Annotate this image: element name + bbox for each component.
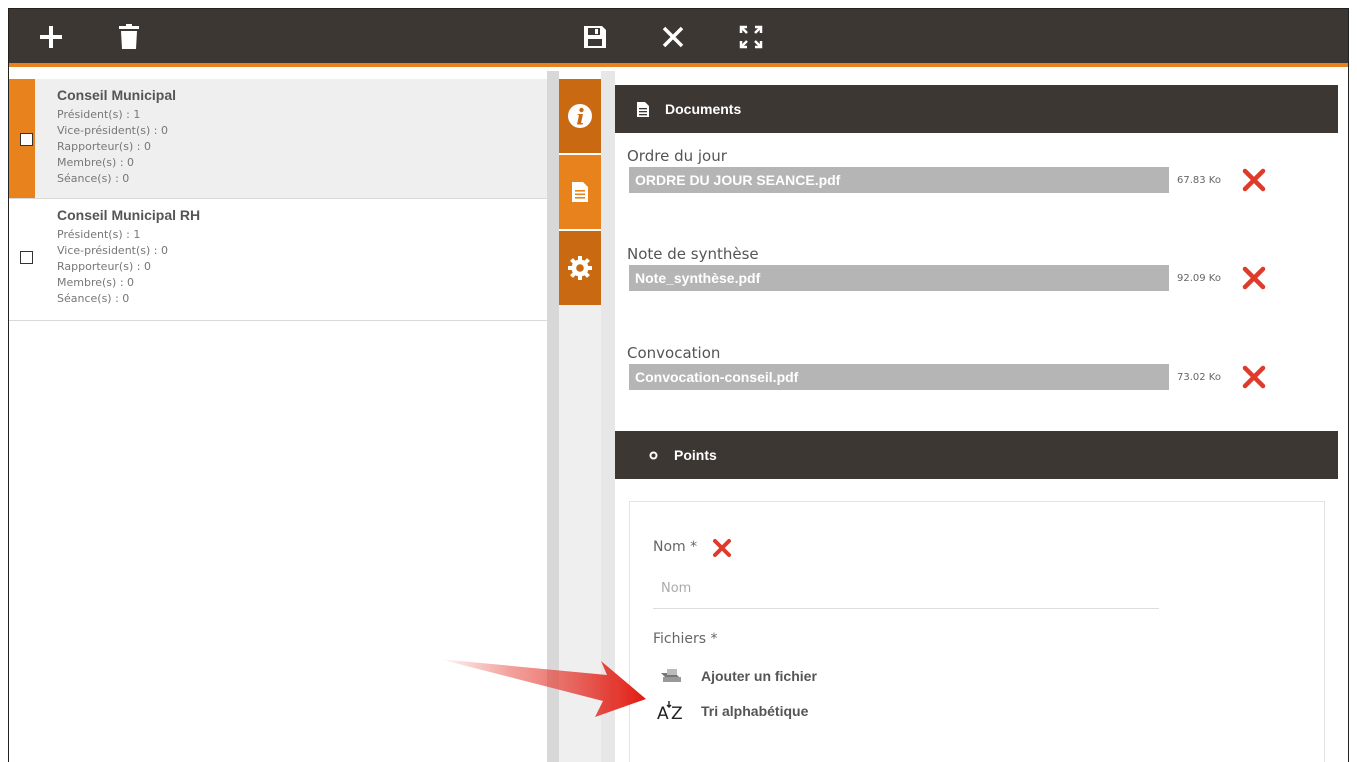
plus-icon (40, 26, 62, 48)
doc-label-note-de-synthese: Note de synthèse (627, 245, 759, 263)
item-vice-presidents: Vice-président(s) : 0 (57, 244, 168, 257)
fullscreen-button[interactable] (733, 19, 769, 55)
required-error-icon (713, 539, 731, 557)
sort-alphabetical-label: Tri alphabétique (701, 703, 809, 719)
doc-size: 92.09 Ko (1177, 273, 1221, 284)
close-icon (662, 26, 684, 48)
doc-file-note-de-synthese[interactable]: Note_synthèse.pdf (629, 265, 1169, 291)
item-presidents: Président(s) : 1 (57, 228, 141, 241)
delete-document-icon[interactable] (1241, 167, 1267, 193)
document-icon (572, 182, 588, 202)
doc-label-convocation: Convocation (627, 344, 721, 362)
delete-document-icon[interactable] (1241, 364, 1267, 390)
item-vice-presidents: Vice-président(s) : 0 (57, 124, 168, 137)
conseil-list: Conseil Municipal Président(s) : 1 Vice-… (9, 71, 547, 762)
tabs-rail (559, 305, 601, 762)
add-file-button[interactable]: Ajouter un fichier (653, 663, 817, 689)
expand-icon (739, 25, 763, 49)
sort-alphabetical-button[interactable]: A Z Tri alphabétique (653, 698, 808, 724)
side-tabs (559, 79, 601, 305)
item-checkbox[interactable] (20, 133, 33, 146)
info-icon (568, 104, 592, 128)
detail-panel: Documents Ordre du jour ORDRE DU JOUR SE… (615, 71, 1348, 762)
svg-text:A: A (657, 704, 669, 723)
nom-input[interactable] (653, 569, 1159, 609)
gear-icon (568, 256, 592, 280)
item-seances: Séance(s) : 0 (57, 292, 130, 305)
documents-header: Documents (615, 85, 1338, 133)
item-presidents: Président(s) : 1 (57, 108, 141, 121)
list-item-conseil-municipal-rh[interactable]: Conseil Municipal RH Président(s) : 1 Vi… (9, 199, 547, 321)
item-rapporteurs: Rapporteur(s) : 0 (57, 260, 151, 273)
floppy-disk-icon (584, 26, 606, 48)
doc-size: 67.83 Ko (1177, 175, 1221, 186)
tab-settings[interactable] (559, 231, 601, 305)
fichiers-label: Fichiers * (653, 631, 718, 647)
close-button[interactable] (655, 19, 691, 55)
circle-icon (649, 451, 658, 459)
item-membres: Membre(s) : 0 (57, 276, 135, 289)
svg-text:Z: Z (671, 704, 683, 723)
item-checkbox[interactable] (20, 251, 33, 264)
nom-label: Nom * (653, 539, 698, 555)
tab-documents[interactable] (559, 155, 601, 229)
save-button[interactable] (577, 19, 613, 55)
doc-label-ordre-du-jour: Ordre du jour (627, 147, 727, 165)
doc-file-convocation[interactable]: Convocation-conseil.pdf (629, 364, 1169, 390)
add-file-label: Ajouter un fichier (701, 668, 817, 684)
list-scrollbar[interactable] (547, 71, 559, 762)
top-toolbar (9, 9, 1348, 67)
item-seances: Séance(s) : 0 (57, 172, 130, 185)
documents-title: Documents (665, 101, 742, 117)
add-button[interactable] (33, 19, 69, 55)
trash-icon (119, 24, 139, 49)
upload-file-icon (661, 669, 681, 682)
doc-file-ordre-du-jour[interactable]: ORDRE DU JOUR SEANCE.pdf (629, 167, 1169, 193)
sort-az-icon: A Z (657, 701, 683, 723)
delete-button[interactable] (111, 19, 147, 55)
item-membres: Membre(s) : 0 (57, 156, 135, 169)
app-window: Conseil Municipal Président(s) : 1 Vice-… (8, 8, 1349, 762)
item-title: Conseil Municipal RH (57, 207, 201, 223)
item-rapporteurs: Rapporteur(s) : 0 (57, 140, 151, 153)
points-title: Points (674, 447, 717, 463)
panel-separator (601, 71, 615, 762)
tab-info[interactable] (559, 79, 601, 153)
points-header[interactable]: Points (615, 431, 1338, 479)
document-icon (637, 101, 649, 117)
delete-document-icon[interactable] (1241, 265, 1267, 291)
list-item-conseil-municipal[interactable]: Conseil Municipal Président(s) : 1 Vice-… (9, 79, 547, 199)
item-title: Conseil Municipal (57, 87, 177, 103)
doc-size: 73.02 Ko (1177, 372, 1221, 383)
